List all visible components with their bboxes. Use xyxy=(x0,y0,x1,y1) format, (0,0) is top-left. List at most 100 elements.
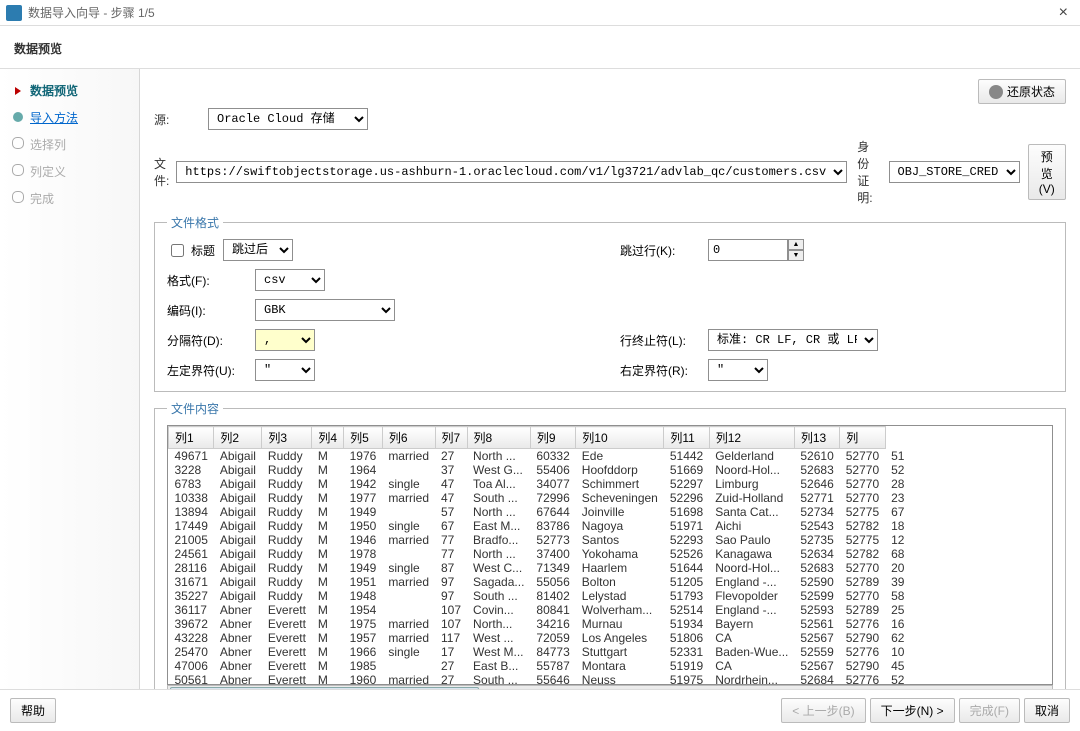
table-cell: M xyxy=(312,519,344,533)
table-cell: 52683 xyxy=(794,561,839,575)
right-enclosure-select[interactable]: " xyxy=(708,359,768,381)
table-row[interactable]: 31671AbigailRuddyM1951married97Sagada...… xyxy=(169,575,911,589)
table-row[interactable]: 6783AbigailRuddyM1942single47Toa Al...34… xyxy=(169,477,911,491)
table-row[interactable]: 3228AbigailRuddyM196437West G...55406Hoo… xyxy=(169,463,911,477)
table-cell: North ... xyxy=(467,505,530,519)
table-cell: Haarlem xyxy=(576,561,664,575)
skip-rows-spinner[interactable]: ▲▼ xyxy=(708,239,804,261)
table-cell: 34077 xyxy=(530,477,575,491)
table-cell: Abner xyxy=(214,659,262,673)
table-cell: 52790 xyxy=(840,631,885,645)
column-header[interactable]: 列5 xyxy=(344,427,383,449)
table-row[interactable]: 49671AbigailRuddyM1976married27North ...… xyxy=(169,449,911,464)
table-cell: 52297 xyxy=(664,477,709,491)
column-header[interactable]: 列6 xyxy=(382,427,435,449)
restore-state-button[interactable]: 还原状态 xyxy=(978,79,1066,104)
table-cell: 51975 xyxy=(664,673,709,685)
cancel-button[interactable]: 取消 xyxy=(1024,698,1070,723)
table-cell: 51 xyxy=(885,449,910,464)
table-row[interactable]: 43228AbnerEverettM1957married117West ...… xyxy=(169,631,911,645)
table-cell: 97 xyxy=(435,575,467,589)
table-cell: Abner xyxy=(214,645,262,659)
header-checkbox-label[interactable]: 标题 xyxy=(167,241,215,260)
table-row[interactable]: 13894AbigailRuddyM194957North ...67644Jo… xyxy=(169,505,911,519)
table-cell xyxy=(382,463,435,477)
column-header[interactable]: 列1 xyxy=(169,427,214,449)
table-row[interactable]: 21005AbigailRuddyM1946married77Bradfo...… xyxy=(169,533,911,547)
table-cell: 52559 xyxy=(794,645,839,659)
table-cell: 52 xyxy=(885,673,910,685)
table-cell: Lelystad xyxy=(576,589,664,603)
table-cell: 1949 xyxy=(344,505,383,519)
table-row[interactable]: 47006AbnerEverettM198527East B...55787Mo… xyxy=(169,659,911,673)
right-enclosure-label: 右定界符(R): xyxy=(620,362,700,379)
column-header[interactable]: 列2 xyxy=(214,427,262,449)
skip-rows-input[interactable] xyxy=(708,239,788,261)
table-cell: East B... xyxy=(467,659,530,673)
wizard-footer: 帮助 < 上一步(B) 下一步(N) > 完成(F) 取消 xyxy=(0,689,1080,731)
table-cell: 51698 xyxy=(664,505,709,519)
table-cell: Wolverham... xyxy=(576,603,664,617)
preview-button[interactable]: 预览(V) xyxy=(1028,144,1067,200)
wizard-steps: 数据预览 导入方法 选择列 列定义 完成 xyxy=(0,69,140,689)
column-header[interactable]: 列 xyxy=(840,427,885,449)
step-select-cols: 选择列 xyxy=(6,133,133,156)
spin-up-icon[interactable]: ▲ xyxy=(788,239,804,250)
spin-down-icon[interactable]: ▼ xyxy=(788,250,804,261)
horizontal-scrollbar[interactable] xyxy=(167,685,1053,689)
header-checkbox[interactable] xyxy=(171,244,184,257)
title-bar: 数据导入向导 - 步骤 1/5 × xyxy=(0,0,1080,26)
table-row[interactable]: 36117AbnerEverettM1954107Covin...80841Wo… xyxy=(169,603,911,617)
credential-select[interactable]: OBJ_STORE_CRED xyxy=(889,161,1020,183)
next-button[interactable]: 下一步(N) > xyxy=(870,698,955,723)
table-row[interactable]: 25470AbnerEverettM1966single17West M...8… xyxy=(169,645,911,659)
file-input[interactable]: https://swiftobjectstorage.us-ashburn-1.… xyxy=(176,161,847,183)
table-cell: Neuss xyxy=(576,673,664,685)
line-terminator-select[interactable]: 标准: CR LF, CR 或 LF xyxy=(708,329,878,351)
scrollbar-thumb[interactable] xyxy=(170,687,479,689)
source-select[interactable]: Oracle Cloud 存储 xyxy=(208,108,368,130)
table-cell: 67 xyxy=(885,505,910,519)
table-cell: Everett xyxy=(262,617,312,631)
encoding-select[interactable]: GBK xyxy=(255,299,395,321)
table-row[interactable]: 28116AbigailRuddyM1949single87West C...7… xyxy=(169,561,911,575)
table-cell: 21005 xyxy=(169,533,214,547)
column-header[interactable]: 列7 xyxy=(435,427,467,449)
format-select[interactable]: csv xyxy=(255,269,325,291)
table-row[interactable]: 24561AbigailRuddyM197877North ...37400Yo… xyxy=(169,547,911,561)
data-preview-table[interactable]: 列1列2列3列4列5列6列7列8列9列10列11列12列13列 49671Abi… xyxy=(167,425,1053,685)
table-cell: CA xyxy=(709,631,794,645)
line-terminator-label: 行终止符(L): xyxy=(620,332,700,349)
column-header[interactable]: 列4 xyxy=(312,427,344,449)
table-row[interactable]: 35227AbigailRuddyM194897South ...81402Le… xyxy=(169,589,911,603)
table-cell: West G... xyxy=(467,463,530,477)
table-row[interactable]: 17449AbigailRuddyM1950single67East M...8… xyxy=(169,519,911,533)
delimiter-select[interactable]: , xyxy=(255,329,315,351)
table-row[interactable]: 39672AbnerEverettM1975married107North...… xyxy=(169,617,911,631)
file-label: 文件: xyxy=(154,155,176,189)
column-header[interactable]: 列12 xyxy=(709,427,794,449)
table-cell: 10338 xyxy=(169,491,214,505)
table-cell: 1960 xyxy=(344,673,383,685)
step-import-method[interactable]: 导入方法 xyxy=(6,106,133,129)
close-icon[interactable]: × xyxy=(1053,4,1074,22)
left-enclosure-select[interactable]: " xyxy=(255,359,315,381)
table-row[interactable]: 10338AbigailRuddyM1977married47South ...… xyxy=(169,491,911,505)
table-row[interactable]: 50561AbnerEverettM1960married27South ...… xyxy=(169,673,911,685)
table-cell: 1978 xyxy=(344,547,383,561)
table-cell: 52599 xyxy=(794,589,839,603)
column-header[interactable]: 列11 xyxy=(664,427,709,449)
column-header[interactable]: 列9 xyxy=(530,427,575,449)
table-cell: 6783 xyxy=(169,477,214,491)
encoding-label: 编码(I): xyxy=(167,302,247,319)
skip-after-select[interactable]: 跳过后 xyxy=(223,239,293,261)
step-preview[interactable]: 数据预览 xyxy=(6,79,133,102)
table-cell: 52735 xyxy=(794,533,839,547)
column-header[interactable]: 列8 xyxy=(467,427,530,449)
column-header[interactable]: 列13 xyxy=(794,427,839,449)
table-cell: 50561 xyxy=(169,673,214,685)
column-header[interactable]: 列3 xyxy=(262,427,312,449)
table-cell: North... xyxy=(467,617,530,631)
column-header[interactable]: 列10 xyxy=(576,427,664,449)
help-button[interactable]: 帮助 xyxy=(10,698,56,723)
